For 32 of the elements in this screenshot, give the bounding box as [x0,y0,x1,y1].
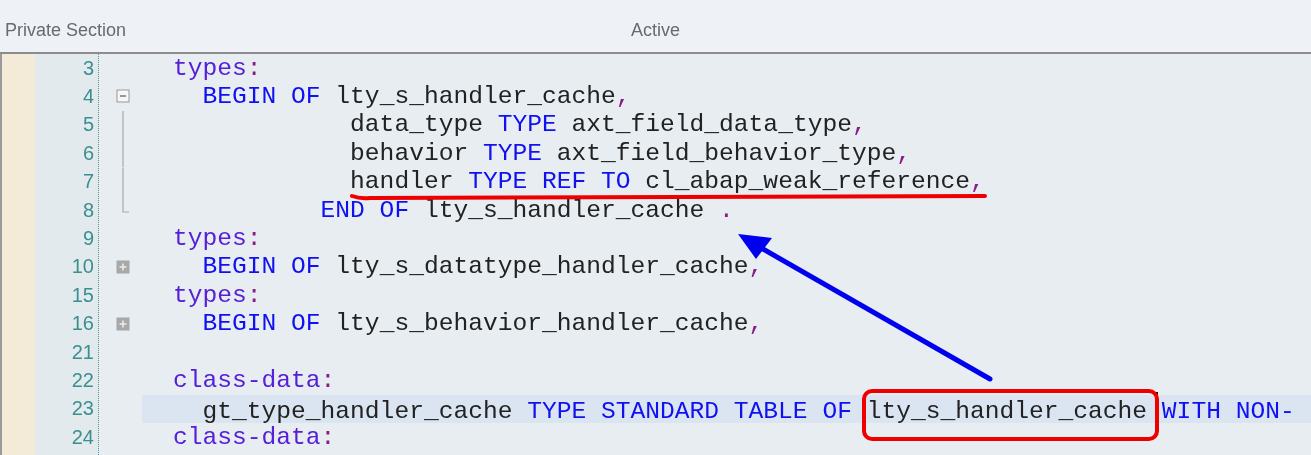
line-number: 23 [71,397,94,421]
line-number: 9 [82,227,94,251]
code-line: class-data: [173,367,336,394]
line-number: 24 [71,425,94,449]
code-line: BEGIN OF lty_s_behavior_handler_cache, [201,310,764,338]
line-number: 22 [71,369,94,392]
line-number: 21 [71,340,94,364]
expand-toggle[interactable] [116,316,130,331]
code-line: gt_type_handler_cache TYPE STANDARD TABLE OF lty_s_handler_cache WITH NON- [173,392,1295,426]
code-line: types: [173,225,262,253]
line-number: 6 [82,141,94,165]
code-line: class-data: [173,423,336,451]
line-number: 5 [82,113,94,137]
line-number: 4 [82,85,94,109]
code-line: BEGIN OF lty_s_datatype_handler_cache, [201,253,764,281]
code-line: behavior TYPE axt_field_behavior_type, [349,139,911,167]
code-line: types: [173,281,262,309]
section-title: Private Section [5,19,127,41]
code-line: BEGIN OF lty_s_handler_cache, [201,83,631,111]
code-line: handler TYPE REF TO cl_abap_weak_reference, [349,168,985,196]
collapse-toggle[interactable] [116,89,130,104]
line-number: 7 [82,170,94,194]
status-label: Active [631,19,680,41]
code-line: data_type TYPE axt_field_data_type, [349,111,867,139]
line-number: 3 [82,56,94,80]
line-number: 8 [82,198,94,222]
code-line: types: [173,54,262,82]
line-number: 15 [71,283,94,307]
line-number: 10 [71,255,94,279]
line-number: 16 [71,312,94,336]
expand-toggle[interactable] [116,259,130,274]
code-line: END OF lty_s_handler_cache . [319,196,734,224]
